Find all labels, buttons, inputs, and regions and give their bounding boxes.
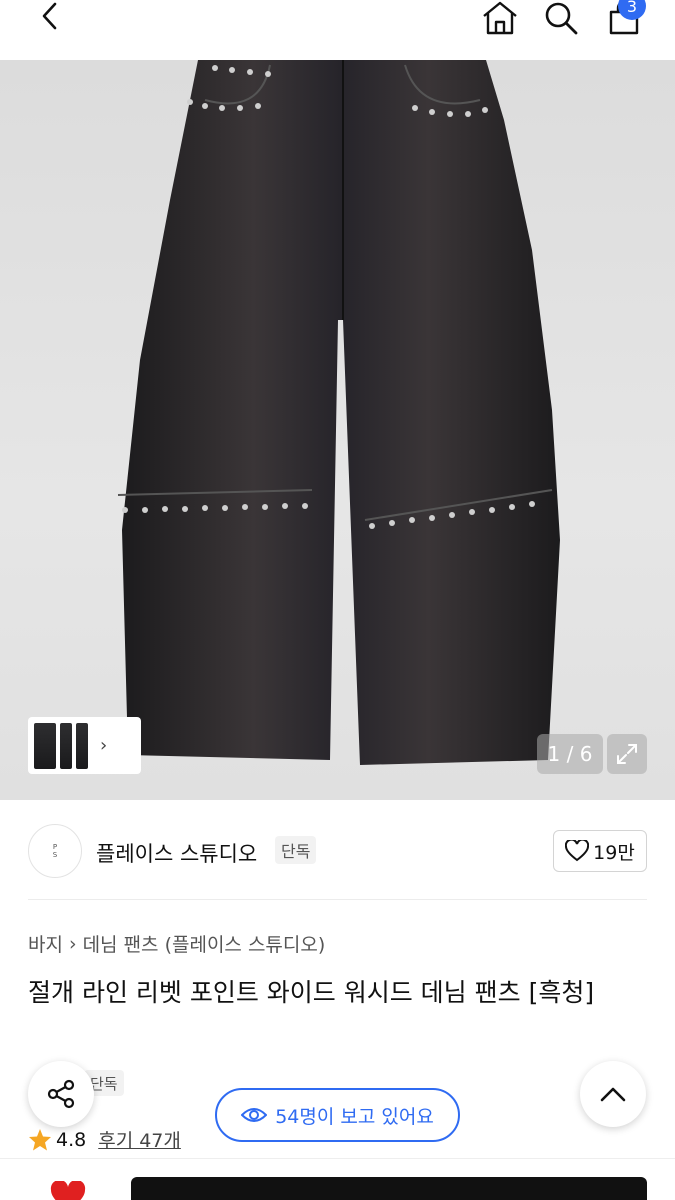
viewers-text: 54명이 보고 있어요 xyxy=(275,1105,434,1128)
eye-icon xyxy=(241,1108,268,1122)
chevron-up-icon xyxy=(600,1087,626,1102)
home-icon xyxy=(483,1,517,35)
search-icon xyxy=(545,2,578,35)
shop-name[interactable]: 플레이스 스튜디오 xyxy=(96,838,257,868)
chevron-left-icon xyxy=(42,2,57,30)
shop-logo[interactable]: PS xyxy=(28,824,82,878)
viewers-pill[interactable]: 54명이 보고 있어요 xyxy=(215,1088,460,1142)
breadcrumb-category[interactable]: 바지 xyxy=(28,930,63,957)
home-button[interactable] xyxy=(480,0,520,36)
wishlist-button[interactable] xyxy=(50,1179,86,1200)
like-count: 19만 xyxy=(593,841,635,864)
chevron-right-icon: › xyxy=(68,932,77,955)
breadcrumb: 바지 › 데님 팬츠 (플레이스 스튜디오) xyxy=(28,930,325,957)
product-image-gallery[interactable]: › 1 / 6 xyxy=(0,60,675,800)
thumbnail-strip[interactable]: › xyxy=(28,717,141,774)
thumbnail-image[interactable] xyxy=(76,722,88,769)
share-icon xyxy=(47,1079,75,1109)
breadcrumb-subcategory[interactable]: 데님 팬츠 (플레이스 스튜디오) xyxy=(83,930,326,957)
thumbnail-image[interactable] xyxy=(34,722,56,769)
shop-row: PS 플레이스 스튜디오 단독 19만 xyxy=(0,800,675,900)
top-bar: 3 xyxy=(0,0,675,60)
image-counter: 1 / 6 xyxy=(537,734,603,774)
reviews-link[interactable]: 후기 47개 xyxy=(98,1126,181,1153)
search-button[interactable] xyxy=(541,0,581,36)
rating-row: 4.8 후기 47개 xyxy=(28,1126,181,1153)
heart-outline-icon xyxy=(565,840,590,862)
buy-button[interactable] xyxy=(131,1177,647,1200)
fullscreen-icon xyxy=(617,744,637,764)
rating-score: 4.8 xyxy=(56,1128,87,1151)
product-image xyxy=(117,60,560,765)
like-shop-button[interactable]: 19만 xyxy=(553,830,647,872)
divider xyxy=(28,899,647,900)
back-button[interactable] xyxy=(30,0,70,34)
scroll-to-top-button[interactable] xyxy=(580,1061,646,1127)
heart-filled-icon xyxy=(50,1179,86,1200)
star-icon xyxy=(29,1128,51,1150)
share-button[interactable] xyxy=(28,1061,94,1127)
thumbnail-image[interactable] xyxy=(60,722,72,769)
exclusive-badge: 단독 xyxy=(275,836,317,864)
product-title: 절개 라인 리벳 포인트 와이드 워시드 데님 팬츠 [흑청] xyxy=(28,978,595,1007)
chevron-right-icon: › xyxy=(100,735,108,756)
bottom-action-bar xyxy=(0,1158,675,1200)
expand-button[interactable] xyxy=(607,734,647,774)
